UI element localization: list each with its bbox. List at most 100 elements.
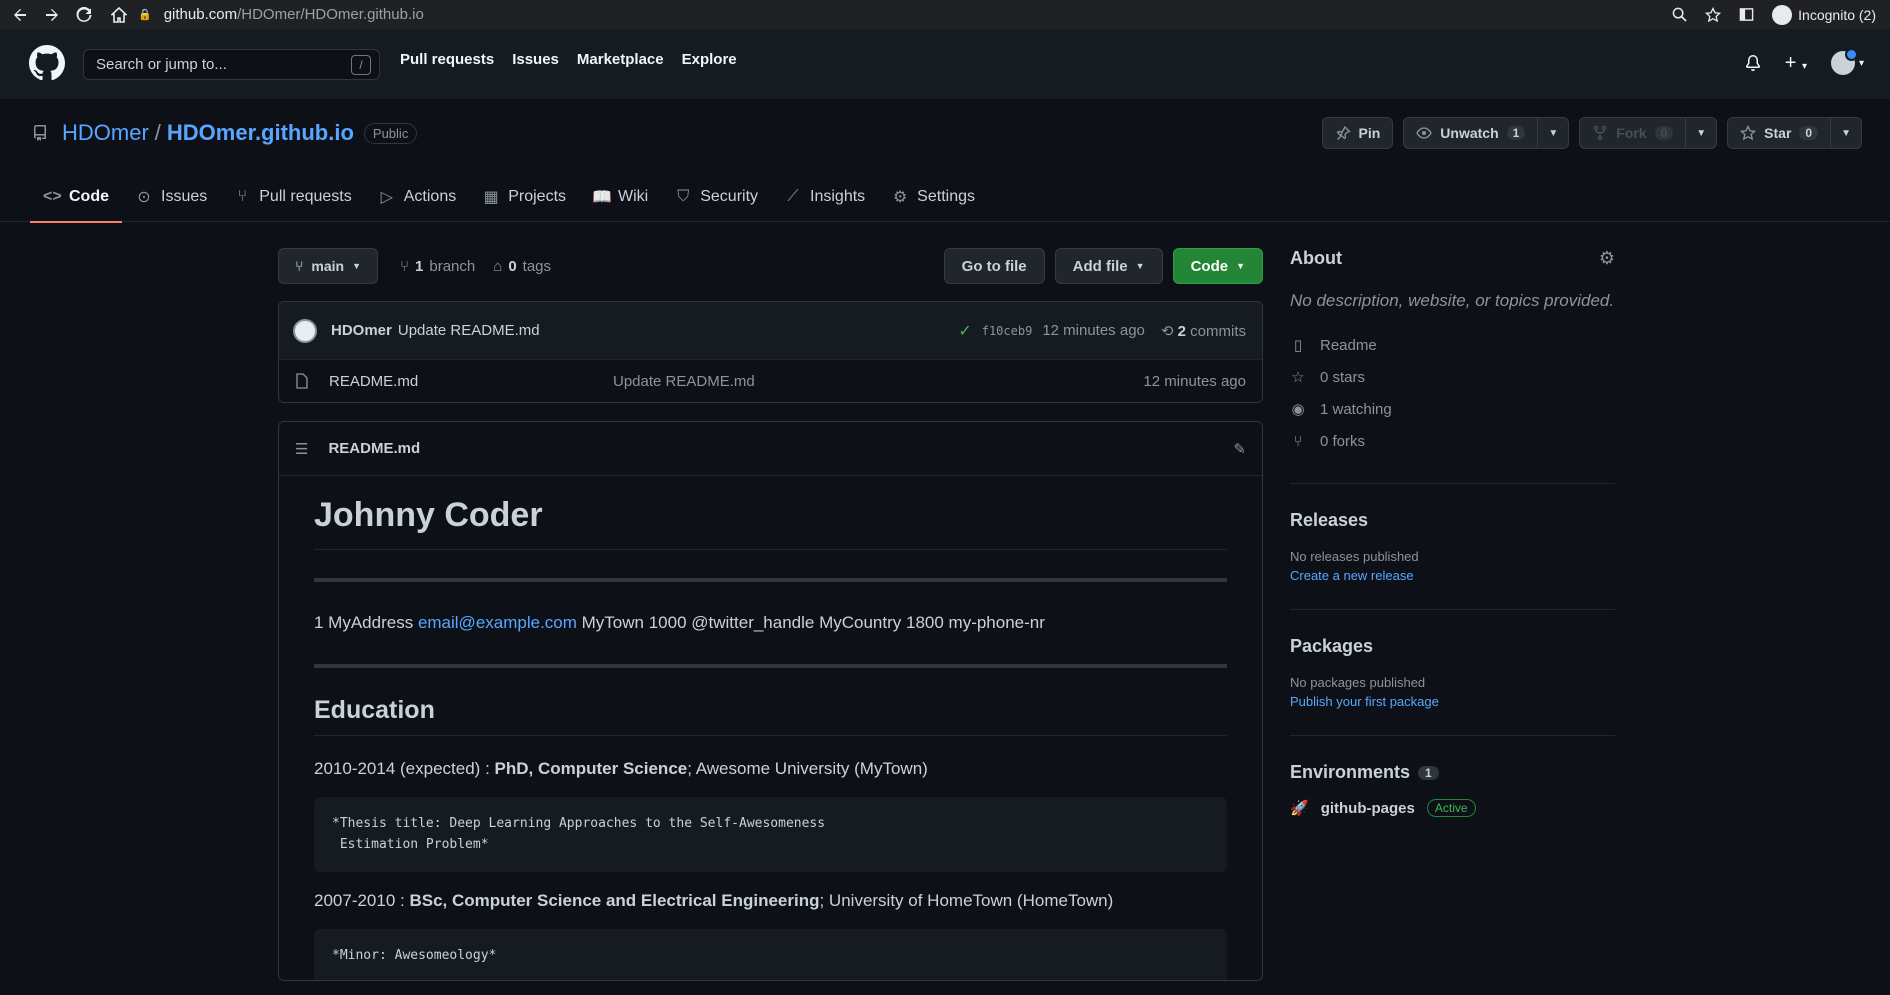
fork-dropdown-button[interactable]: ▼ — [1686, 117, 1718, 149]
branch-count: 1 — [415, 257, 424, 275]
gear-icon[interactable]: ⚙ — [1599, 248, 1615, 269]
star-count: 0 — [1799, 126, 1819, 140]
readme-link[interactable]: ▯ Readme — [1290, 329, 1615, 361]
tab-actions[interactable]: ▷ Actions — [365, 171, 469, 222]
avatar[interactable] — [293, 318, 317, 343]
address-bar[interactable]: 🔒 github.com/HDOmer/HDOmer.github.io — [138, 3, 1738, 26]
tab-label: Security — [700, 187, 759, 205]
repo-name-link[interactable]: HDOmer.github.io — [167, 120, 354, 146]
create-release-link[interactable]: Create a new release — [1290, 568, 1615, 583]
branches-link[interactable]: ⑂ 1 branch — [400, 258, 475, 275]
branch-word: branch — [429, 257, 476, 275]
zoom-icon[interactable] — [1672, 7, 1687, 22]
tab-security[interactable]: ⛉ Security — [661, 171, 771, 222]
pencil-icon[interactable]: ✎ — [1233, 440, 1246, 458]
triangle-down-icon: ▼ — [352, 261, 362, 271]
repo-icon — [32, 125, 48, 141]
environments-title[interactable]: Environments — [1290, 762, 1410, 783]
home-icon[interactable] — [104, 0, 134, 29]
star-icon — [1740, 125, 1757, 141]
list-icon[interactable]: ☰ — [295, 440, 308, 458]
environment-item[interactable]: 🚀 github-pages Active — [1290, 799, 1615, 817]
tab-pull-requests[interactable]: ⑂ Pull requests — [220, 171, 365, 222]
readme-title: Johnny Coder — [314, 496, 1227, 550]
tab-label: Issues — [161, 187, 208, 205]
book-icon: 📖 — [592, 188, 612, 206]
branch-name: main — [311, 258, 345, 274]
back-arrow-icon[interactable] — [0, 0, 40, 29]
add-file-button[interactable]: Add file ▼ — [1054, 248, 1163, 284]
search-input[interactable]: Search or jump to... / — [83, 49, 380, 80]
repo-owner-link[interactable]: HDOmer — [62, 120, 149, 146]
edu-date: 2010-2014 (expected) : — [314, 758, 495, 778]
pin-button[interactable]: Pin — [1321, 117, 1394, 149]
bookmark-star-icon[interactable] — [1705, 6, 1722, 23]
gear-icon: ⚙ — [893, 188, 908, 206]
check-icon[interactable]: ✓ — [958, 321, 971, 341]
tab-code[interactable]: <> Code — [30, 171, 122, 223]
readme-filename: README.md — [328, 440, 421, 457]
reload-icon[interactable] — [64, 0, 104, 29]
publish-package-link[interactable]: Publish your first package — [1290, 694, 1615, 709]
nav-marketplace[interactable]: Marketplace — [577, 51, 664, 68]
fork-button[interactable]: Fork 0 — [1579, 117, 1687, 149]
commit-count: 2 — [1177, 322, 1186, 340]
watch-count: 1 — [1506, 126, 1526, 140]
incognito-indicator[interactable]: Incognito (2) — [1772, 4, 1876, 25]
tag-word: tags — [522, 257, 552, 275]
forward-arrow-icon[interactable] — [40, 0, 64, 29]
unwatch-dropdown-button[interactable]: ▼ — [1538, 117, 1570, 149]
fork-icon: ⑂ — [1293, 432, 1303, 450]
environment-name[interactable]: github-pages — [1321, 800, 1415, 817]
commit-message[interactable]: Update README.md — [398, 322, 540, 339]
eye-icon: ◉ — [1291, 401, 1305, 418]
nav-explore[interactable]: Explore — [682, 51, 737, 68]
avatar — [1830, 48, 1858, 75]
tag-icon: ⌂ — [493, 257, 503, 275]
triangle-down-icon: ▼ — [1236, 261, 1245, 271]
packages-title[interactable]: Packages — [1290, 636, 1615, 657]
lock-icon: 🔒 — [138, 9, 152, 21]
fork-count: 0 — [1654, 126, 1674, 140]
commit-author[interactable]: HDOmer — [331, 322, 392, 339]
side-panel-icon[interactable] — [1739, 7, 1754, 22]
create-new-plus-icon[interactable]: + ▾ — [1785, 52, 1807, 75]
unwatch-button[interactable]: Unwatch 1 — [1403, 117, 1539, 149]
tags-link[interactable]: ⌂ 0 tags — [493, 258, 551, 275]
releases-empty-text: No releases published — [1290, 549, 1419, 564]
star-button[interactable]: Star 0 — [1727, 117, 1832, 149]
divider — [314, 578, 1227, 582]
branch-select-button[interactable]: ⑂ main ▼ — [278, 248, 379, 284]
tab-wiki[interactable]: 📖 Wiki — [579, 171, 661, 222]
pull-request-icon: ⑂ — [237, 187, 248, 205]
repo-title: HDOmer / HDOmer.github.io Public — [32, 120, 418, 146]
about-description: No description, website, or topics provi… — [1290, 291, 1615, 310]
commit-sha[interactable]: f10ceb9 — [982, 324, 1033, 338]
nav-pull-requests[interactable]: Pull requests — [400, 51, 494, 68]
tab-issues[interactable]: ⊙ Issues — [122, 171, 220, 222]
nav-issues[interactable]: Issues — [512, 51, 559, 68]
watchers-link[interactable]: ◉ 1 watching — [1290, 393, 1615, 425]
code-button[interactable]: Code ▼ — [1172, 248, 1263, 284]
file-commit-message[interactable]: Update README.md — [613, 373, 755, 390]
go-to-file-button[interactable]: Go to file — [943, 248, 1045, 284]
incognito-icon — [1772, 4, 1793, 25]
tab-settings[interactable]: ⚙ Settings — [878, 171, 988, 222]
forks-link[interactable]: ⑂ 0 forks — [1290, 425, 1615, 457]
github-logo-icon[interactable] — [29, 45, 65, 81]
file-name-link[interactable]: README.md — [329, 373, 613, 390]
commits-link[interactable]: ⟲ 2 commits — [1161, 322, 1246, 340]
browser-toolbar: 🔒 github.com/HDOmer/HDOmer.github.io Inc… — [0, 0, 1890, 29]
user-menu[interactable]: ▾ — [1830, 48, 1864, 75]
unwatch-group: Unwatch 1 ▼ — [1403, 117, 1570, 149]
tab-projects[interactable]: ▦ Projects — [469, 171, 579, 222]
bell-icon[interactable] — [1745, 55, 1761, 71]
tab-insights[interactable]: ⟋ Insights — [771, 171, 878, 222]
email-link[interactable]: email@example.com — [418, 613, 577, 632]
tab-label: Wiki — [618, 187, 649, 205]
stars-link[interactable]: ☆ 0 stars — [1290, 361, 1615, 393]
releases-title[interactable]: Releases — [1290, 510, 1615, 531]
graph-icon: ⟋ — [787, 187, 799, 205]
tab-label: Settings — [917, 187, 975, 205]
star-dropdown-button[interactable]: ▼ — [1831, 117, 1862, 149]
